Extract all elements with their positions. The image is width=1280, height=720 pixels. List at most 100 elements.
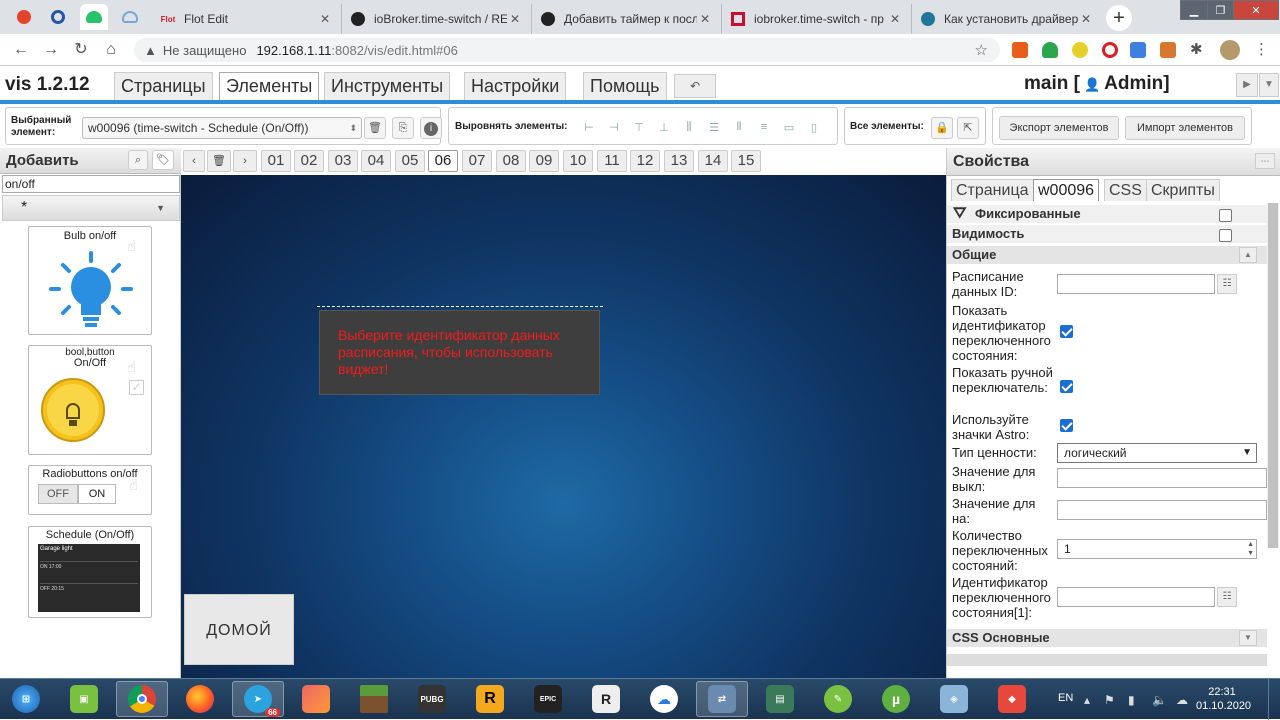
pinned-tab-2[interactable] (44, 4, 72, 30)
distribute-v-icon[interactable]: ≡ (756, 121, 772, 135)
copy-widget-button[interactable]: ⎘ (392, 117, 414, 139)
open-external-button[interactable]: ⇱ (957, 117, 979, 139)
search-button[interactable]: ⌕ (128, 150, 148, 170)
tray-cloud-icon[interactable]: ☁ (1176, 693, 1188, 707)
taskbar-app-1[interactable]: ▣ (58, 681, 110, 717)
menu-tools[interactable]: Инструменты (324, 72, 451, 100)
taskbar-app-3[interactable]: R (580, 681, 632, 717)
general-group-header[interactable]: Общие ▲ (947, 246, 1267, 264)
taskbar-utorrent[interactable]: µ (870, 681, 922, 717)
select-state-id-button[interactable]: ☷ (1217, 587, 1237, 607)
on-value-input[interactable] (1057, 500, 1267, 520)
undo-button[interactable]: ↶ (674, 74, 716, 98)
run-button[interactable]: ▶ (1236, 73, 1258, 97)
page-tab-11[interactable]: 11 (597, 150, 627, 172)
widget-filter-input[interactable]: on/off (2, 175, 180, 193)
new-tab-button[interactable]: + (1106, 5, 1132, 31)
home-icon[interactable]: ⌂ (100, 40, 122, 60)
close-tab-icon[interactable]: ✕ (697, 12, 713, 26)
align-bottom-icon[interactable]: ⊥ (656, 121, 672, 135)
reload-icon[interactable]: ↻ (70, 40, 92, 60)
browser-tab-flot[interactable]: Flot Flot Edit ✕ (152, 4, 342, 34)
page-tab-15[interactable]: 15 (731, 150, 761, 172)
page-tab-01[interactable]: 01 (261, 150, 291, 172)
page-tab-08[interactable]: 08 (496, 150, 526, 172)
visibility-checkbox[interactable] (1219, 229, 1232, 242)
taskbar-app-8[interactable]: ◈ (928, 681, 980, 717)
off-value-input[interactable] (1057, 468, 1267, 488)
align-center-h-icon[interactable]: ⫼ (681, 121, 697, 135)
close-tab-icon[interactable]: ✕ (887, 12, 903, 26)
pinned-tab-4[interactable] (116, 4, 144, 30)
page-tab-10[interactable]: 10 (563, 150, 593, 172)
align-top-icon[interactable]: ⊤ (631, 121, 647, 135)
shield-icon[interactable] (1042, 42, 1058, 58)
pinned-tab-3[interactable] (80, 4, 108, 30)
close-tab-icon[interactable]: ✕ (507, 12, 523, 26)
page-tab-06[interactable]: 06 (428, 150, 458, 172)
menu-dots-icon[interactable]: ⋮ (1254, 42, 1270, 58)
page-tab-13[interactable]: 13 (664, 150, 694, 172)
opera-icon[interactable] (1102, 42, 1118, 58)
schedule-id-input[interactable] (1057, 274, 1215, 294)
close-tab-icon[interactable]: ✕ (317, 12, 333, 26)
info-widget-button[interactable]: i (420, 117, 442, 139)
same-height-icon[interactable]: ▯ (806, 121, 822, 135)
delete-widget-button[interactable]: 🗑 (364, 117, 386, 139)
taskbar-rockstar[interactable]: R (464, 681, 516, 717)
language-indicator[interactable]: EN (1058, 692, 1073, 704)
taskbar-chrome[interactable] (116, 681, 168, 717)
widget-radiobuttons-on-off[interactable]: Radiobuttons on/off ☝ OFF ON (28, 465, 152, 515)
system-clock[interactable]: 22:31 01.10.2020 (1196, 685, 1251, 713)
selected-widget-select[interactable]: w00096 (time-switch - Schedule (On/Off))… (82, 117, 362, 139)
home-button[interactable]: ДОМОЙ (184, 594, 294, 665)
start-button[interactable]: ⊞ (4, 681, 48, 717)
tray-chevron-icon[interactable]: ▴ (1084, 693, 1090, 707)
value-type-select[interactable]: логический ▼ (1057, 443, 1257, 463)
import-widgets-button[interactable]: Импорт элементов (1125, 116, 1245, 140)
delete-page-button[interactable]: 🗑 (207, 150, 231, 172)
editor-canvas[interactable]: Выберите идентификатор данных расписания… (181, 175, 946, 678)
page-tab-09[interactable]: 09 (529, 150, 559, 172)
bookmark-star-icon[interactable]: ☆ (975, 41, 988, 59)
menu-settings[interactable]: Настройки (464, 72, 567, 100)
same-width-icon[interactable]: ▭ (781, 121, 797, 135)
taskbar-pubg[interactable]: PUBG (406, 681, 458, 717)
widget-schedule-on-off[interactable]: Schedule (On/Off) Garage light ON 17:00 … (28, 526, 152, 618)
puzzle-icon[interactable]: ✱ (1190, 42, 1206, 58)
taskbar-telegram[interactable]: ➤ 66 (232, 681, 284, 717)
taskbar-app-6[interactable]: ▤ (754, 681, 806, 717)
select-id-button[interactable]: ☷ (1217, 274, 1237, 294)
url-field[interactable]: ▲ Не защищено 192.168.1.11:8082/vis/edit… (134, 38, 1000, 62)
filter-icon[interactable]: ⛛ (953, 205, 966, 223)
export-widgets-button[interactable]: Экспорт элементов (999, 116, 1119, 140)
page-tab-05[interactable]: 05 (395, 150, 425, 172)
page-tab-14[interactable]: 14 (698, 150, 728, 172)
state-count-stepper[interactable]: 1 ▲ ▼ (1057, 539, 1257, 559)
maximize-button[interactable]: ❐ (1207, 0, 1234, 20)
widget-bool-button-on-off[interactable]: bool,button On/Off ☝ ✓ (28, 345, 152, 455)
extension-icon[interactable] (1072, 42, 1088, 58)
pinned-tab-1[interactable] (10, 4, 38, 30)
avatar[interactable] (1220, 40, 1240, 60)
tray-network-icon[interactable]: ▮ (1128, 693, 1135, 707)
tab-css[interactable]: CSS (1104, 179, 1147, 201)
fixed-checkbox[interactable] (1219, 209, 1232, 222)
collapse-panel-button[interactable]: ⋯ (1255, 153, 1275, 169)
menu-help[interactable]: Помощь (583, 72, 667, 100)
time-switch-widget[interactable]: Выберите идентификатор данных расписания… (319, 310, 600, 395)
properties-scrollbar[interactable] (1267, 203, 1279, 548)
menu-widgets[interactable]: Элементы (219, 72, 320, 100)
forward-arrow-icon[interactable]: → (40, 40, 62, 60)
tab-widget[interactable]: w00096 (1033, 179, 1100, 201)
browser-tab-github-1[interactable]: ioBroker.time-switch / REA ✕ (342, 4, 532, 34)
page-tab-02[interactable]: 02 (294, 150, 324, 172)
show-state-id-checkbox[interactable] (1060, 325, 1073, 338)
page-tab-12[interactable]: 12 (630, 150, 660, 172)
tab-page[interactable]: Страница (951, 179, 1034, 201)
browser-tab-iobroker[interactable]: iobroker.time-switch - пр ✕ (722, 4, 912, 34)
page-tab-07[interactable]: 07 (462, 150, 492, 172)
taskbar-app-7[interactable]: ✎ (812, 681, 864, 717)
taskbar-app-5[interactable]: ⇄ (696, 681, 748, 717)
taskbar-firefox[interactable] (174, 681, 226, 717)
